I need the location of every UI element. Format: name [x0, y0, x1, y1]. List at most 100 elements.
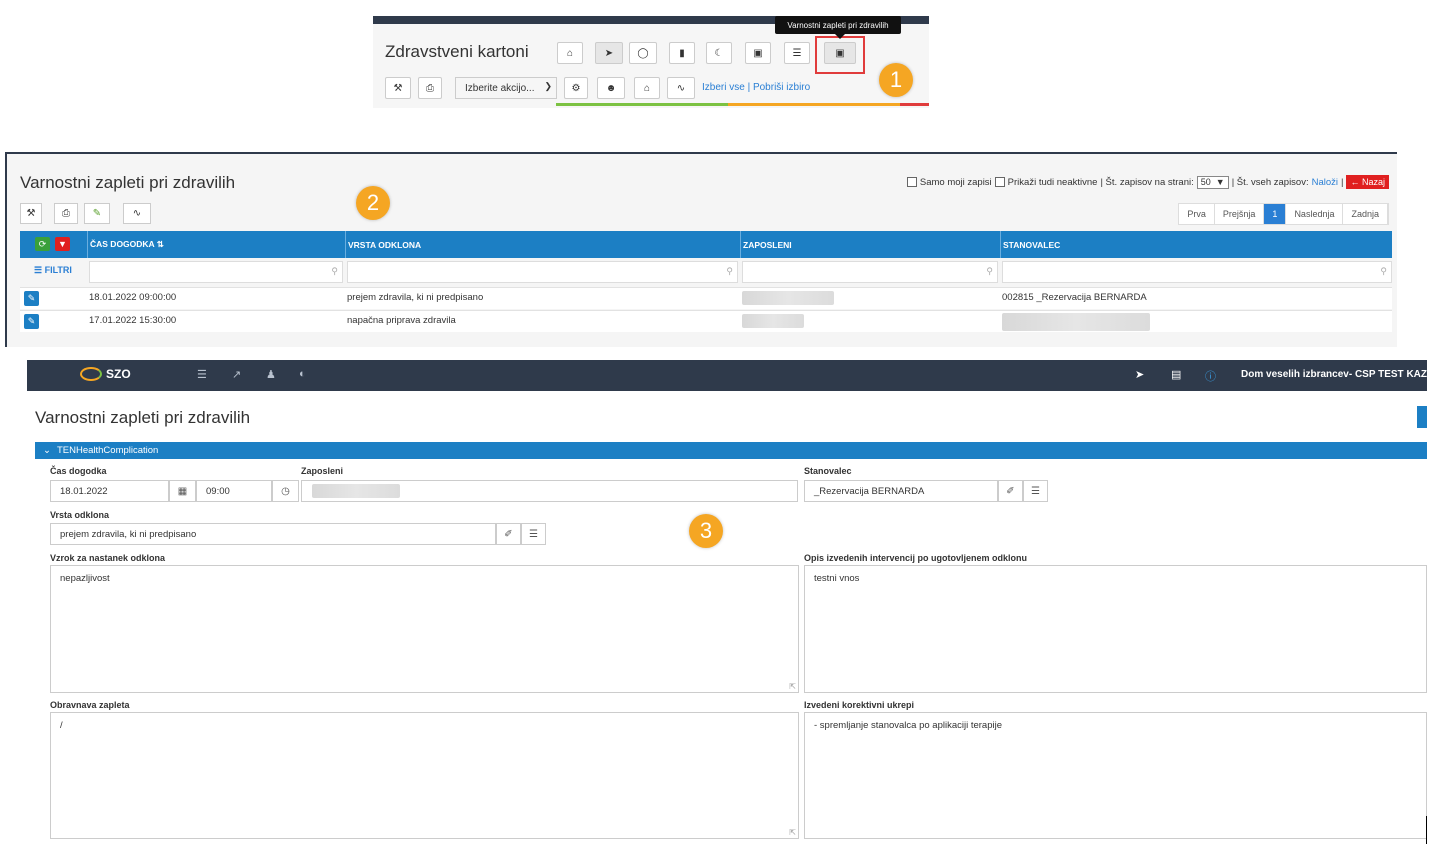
resident-field[interactable]: _Rezervacija BERNARDA [804, 480, 998, 502]
type-clear-button[interactable]: ✐ [496, 523, 521, 545]
chart-button[interactable]: ∿ [123, 203, 151, 224]
chart-icon: ∿ [676, 82, 686, 94]
card-icon[interactable]: ▤ [1171, 368, 1181, 381]
home-button[interactable]: ⌂ [557, 42, 583, 64]
type-field[interactable]: prejem zdravila, ki ni predpisano [50, 523, 496, 545]
chart-button[interactable]: ∿ [667, 77, 695, 99]
filter-row: ☰ FILTRI ⚲ ⚲ ⚲ ⚲ [20, 258, 1392, 286]
filter-input-type[interactable]: ⚲ [347, 261, 738, 283]
eraser-icon: ✐ [504, 528, 513, 540]
interventions-textarea[interactable]: testni vnos [804, 565, 1427, 693]
red-strip [900, 103, 929, 106]
pager-next[interactable]: Naslednja [1286, 204, 1344, 224]
corrective-text: - spremljanje stanovalca po aplikaciji t… [814, 720, 1002, 731]
back-button[interactable]: ← Nazaj [1346, 175, 1389, 189]
action-button[interactable] [1417, 406, 1427, 428]
table-row[interactable]: ✎ 17.01.2022 15:30:00 napačna priprava z… [20, 310, 1392, 332]
cell-employee-redacted [742, 314, 804, 328]
gear-button[interactable]: ⚙ [564, 77, 588, 99]
comment-button[interactable]: ◯ [629, 42, 657, 64]
pager-prev[interactable]: Prejšnja [1215, 204, 1265, 224]
list-title: Varnostni zapleti pri zdravilih [20, 173, 236, 192]
refresh-button[interactable]: ⟳ [35, 237, 50, 251]
type-list-button[interactable]: ☰ [521, 523, 546, 545]
camera-button[interactable]: ▣ [745, 42, 771, 64]
filter-button[interactable]: ▼ [55, 237, 70, 251]
contrast-icon[interactable]: ◐ [299, 368, 306, 380]
corrective-textarea[interactable]: - spremljanje stanovalca po aplikaciji t… [804, 712, 1427, 839]
edit-row-button[interactable]: ✎ [24, 314, 39, 329]
filter-input-resident[interactable]: ⚲ [1002, 261, 1392, 283]
pager-last[interactable]: Zadnja [1343, 204, 1388, 224]
employee-field[interactable] [301, 480, 798, 502]
home2-button[interactable]: ⌂ [634, 77, 660, 99]
column-header-time[interactable]: ČAS DOGODKA ⇅ [87, 231, 343, 258]
clock-icon: ◷ [281, 485, 290, 497]
section-title: TENHealthComplication [56, 445, 159, 456]
filter-input-time[interactable]: ⚲ [89, 261, 343, 283]
cause-textarea[interactable]: nepazljivost ⇱ [50, 565, 799, 693]
moon-button[interactable]: ☾ [706, 42, 732, 64]
column-header-type[interactable]: VRSTA ODKLONA [345, 231, 738, 258]
filters-toggle[interactable]: ☰ FILTRI [34, 265, 72, 276]
print-icon: ⎙ [426, 82, 434, 94]
column-header-resident[interactable]: STANOVALEC [1000, 231, 1392, 258]
external-link-icon[interactable]: ↗ [232, 368, 241, 381]
app-logo[interactable]: SZO [80, 367, 131, 381]
wrench-button[interactable]: ⚒ [385, 77, 411, 99]
list-button[interactable]: ☰ [784, 42, 810, 64]
print-button[interactable]: ⎙ [54, 203, 78, 224]
send-icon[interactable]: ➤ [1135, 368, 1144, 381]
filter-input-employee[interactable]: ⚲ [742, 261, 998, 283]
users-button[interactable]: ☻ [597, 77, 625, 99]
resident-list-button[interactable]: ☰ [1023, 480, 1048, 502]
label-cause: Vzrok za nastanek odklona [50, 553, 166, 563]
clock-button[interactable]: ◷ [272, 480, 299, 502]
only-mine-label: Samo moji zapisi [919, 176, 992, 188]
edit-button[interactable]: ✎ [84, 203, 110, 224]
list-icon: ☰ [529, 528, 538, 540]
edit-row-button[interactable]: ✎ [24, 291, 39, 306]
search-icon: ⚲ [726, 266, 733, 276]
list-icon[interactable]: ☰ [197, 368, 207, 381]
label-time: Čas dogodka [50, 466, 107, 476]
select-all-link[interactable]: Izberi vse [702, 82, 745, 93]
date-field[interactable]: 18.01.2022 [50, 480, 169, 502]
load-link[interactable]: Naloži [1312, 177, 1338, 188]
clear-selection-link[interactable]: Pobriši izbiro [753, 82, 810, 93]
users-icon: ☻ [605, 82, 617, 94]
per-page-select[interactable]: 50 ▼ [1196, 175, 1229, 189]
organization-name[interactable]: Dom veselih izbrancev- CSP TEST KAZ [1241, 369, 1427, 380]
pager-first[interactable]: Prva [1179, 204, 1215, 224]
resident-clear-button[interactable]: ✐ [998, 480, 1023, 502]
pager-current[interactable]: 1 [1264, 204, 1287, 224]
form-panel: SZO ☰ ↗ ♟ ◐ ➤ ▤ ⓘ Dom veselih izbrancev-… [27, 360, 1427, 846]
time-field[interactable]: 09:00 [196, 480, 272, 502]
interventions-text: testni vnos [814, 573, 860, 584]
wrench-button[interactable]: ⚒ [20, 203, 42, 224]
label-employee: Zaposleni [301, 466, 344, 476]
show-inactive-checkbox[interactable] [994, 177, 1005, 187]
print-button[interactable]: ⎙ [418, 77, 442, 99]
tooltip: Varnostni zapleti pri zdravilih [775, 16, 901, 39]
pencil-icon: ✎ [27, 316, 36, 326]
pencil-icon: ✎ [92, 208, 102, 219]
calendar-button[interactable]: ▦ [169, 480, 196, 502]
column-header-employee[interactable]: ZAPOSLENI [740, 231, 998, 258]
resize-handle-icon[interactable]: ⇱ [789, 828, 796, 837]
selection-links: Izberi vse | Pobriši izbiro [702, 82, 810, 93]
divider: | [1341, 176, 1344, 188]
chevron-down-icon: ❯ [544, 81, 552, 91]
only-mine-checkbox[interactable] [906, 177, 917, 187]
user-icon[interactable]: ♟ [266, 368, 276, 381]
book-button[interactable]: ▮ [669, 42, 695, 64]
section-header[interactable]: ⌄ TENHealthComplication [35, 442, 1427, 459]
plane-button[interactable]: ➤ [595, 42, 623, 64]
info-icon[interactable]: ⓘ [1205, 368, 1216, 384]
action-select[interactable]: Izberite akcijo... ❯ [455, 77, 557, 99]
cell-time: 17.01.2022 15:30:00 [89, 315, 177, 326]
handling-textarea[interactable]: / ⇱ [50, 712, 799, 839]
table-row[interactable]: ✎ 18.01.2022 09:00:00 prejem zdravila, k… [20, 287, 1392, 309]
resize-handle-icon[interactable]: ⇱ [789, 682, 796, 691]
list-panel: Varnostni zapleti pri zdravilih Samo moj… [5, 152, 1397, 347]
